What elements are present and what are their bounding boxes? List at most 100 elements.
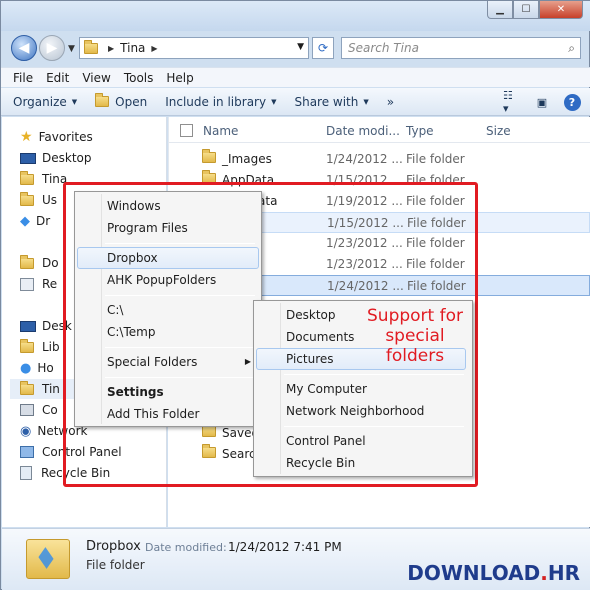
organize-label: Organize [13,94,67,109]
menu-item-add-this-folder[interactable]: Add This Folder [77,403,259,425]
help-button[interactable]: ? [563,93,581,111]
submenu-item-control-panel[interactable]: Control Panel [256,430,466,452]
homegroup-icon: ● [20,360,32,376]
menu-tools[interactable]: Tools [124,71,154,85]
search-icon[interactable]: ⌕ [568,41,575,56]
menu-item-ahk-popupfolders[interactable]: AHK PopupFolders [77,269,259,291]
menu-separator [284,374,464,375]
menu-item-c-temp[interactable]: C:\Temp [77,321,259,343]
menu-item-dropbox[interactable]: Dropbox [77,247,259,269]
logo-right: HR [547,561,580,585]
user-folder-icon [20,170,34,185]
share-label: Share with [294,94,359,109]
column-name[interactable]: Name [203,124,238,138]
minimize-button[interactable]: ▁ [487,1,513,19]
menu-view[interactable]: View [82,71,110,85]
logo-dot: . [540,561,548,585]
network-icon: ◉ [20,423,32,439]
menu-item-program-files[interactable]: Program Files [77,217,259,239]
menu-edit[interactable]: Edit [46,71,69,85]
menu-separator [105,377,255,378]
nav-downloads-label: Do [42,256,59,270]
nav-dropbox-label: Dr [36,214,51,228]
download-hr-logo: DOWNLOAD.HR [407,561,580,585]
title-bar: ▁ ☐ ✕ [1,1,590,31]
menu-separator [105,243,255,244]
dropdown-arrow-icon: ▼ [271,97,277,106]
star-icon: ★ [20,129,33,145]
chevron-right-icon[interactable]: ▶ [108,44,114,53]
nav-libraries-label: Lib [42,340,60,354]
forward-button[interactable]: ▶ [39,35,65,61]
recent-pages-dropdown[interactable]: ▼ [68,44,75,54]
preview-pane-icon[interactable]: ▣ [533,93,551,111]
column-size[interactable]: Size [486,124,511,138]
details-date: 1/24/2012 7:41 PM [228,540,342,554]
more-commands-button[interactable]: » [387,95,394,109]
menu-help[interactable]: Help [166,71,193,85]
nav-dropbox[interactable]: ◆ Dr [20,211,50,231]
submenu-item-my-computer[interactable]: My Computer [256,378,466,400]
open-folder-icon [95,93,110,107]
control-panel-icon [20,446,34,458]
menu-separator [284,426,464,427]
refresh-icon: ⟳ [317,41,329,55]
refresh-button[interactable]: ⟳ [312,37,334,59]
dropbox-folder-icon [26,539,70,579]
menu-item-settings[interactable]: Settings [77,381,259,403]
menu-item-special-folders[interactable]: Special Folders ▶ [77,351,259,373]
recent-places-icon [20,277,34,291]
column-type[interactable]: Type [406,124,434,138]
downloads-folder-icon [20,254,34,269]
include-in-library-button[interactable]: Include in library ▼ [165,95,276,109]
share-with-button[interactable]: Share with ▼ [294,95,368,109]
nav-desktop[interactable]: Desktop [20,148,92,168]
nav-homegroup[interactable]: ● Ho [20,358,54,378]
dropdown-arrow-icon: ▼ [363,97,369,106]
nav-favorites[interactable]: ★ Favorites [20,127,93,147]
menu-separator [105,295,255,296]
open-label: Open [115,94,148,109]
file-name: _Images [222,152,272,166]
menu-item-c-drive[interactable]: C:\ [77,299,259,321]
organize-button[interactable]: Organize ▼ [13,95,77,109]
search-input[interactable]: Search Tina ⌕ [341,37,581,59]
nav-libraries[interactable]: Lib [20,337,60,357]
menu-item-windows[interactable]: Windows [77,195,259,217]
table-row[interactable]: _Images 1/24/2012 ... File folder [168,149,590,170]
special-folders-label: Special Folders [107,355,198,369]
column-headers: Name Date modi... Type Size [168,117,590,183]
nav-downloads[interactable]: Do [20,253,59,273]
nav-tina[interactable]: Tina [20,169,67,189]
view-options-icon[interactable]: ☷ ▾ [503,89,521,115]
logo-left: DOWNLOAD [407,561,541,585]
open-button[interactable]: Open [95,93,148,109]
file-type: File folder [406,152,465,166]
submenu-item-recycle-bin[interactable]: Recycle Bin [256,452,466,474]
column-date[interactable]: Date modi... [326,124,400,138]
submenu-item-network-neighborhood[interactable]: Network Neighborhood [256,400,466,422]
dropdown-arrow-icon: ▼ [71,97,78,106]
nav-desktop-label: Desktop [42,151,92,165]
back-button[interactable]: ◀ [11,35,37,61]
nav-recent[interactable]: Re [20,274,57,294]
nav-users[interactable]: Us [20,190,57,210]
close-button[interactable]: ✕ [539,1,583,19]
breadcrumb-tina[interactable]: Tina [120,41,145,55]
address-dropdown-icon[interactable]: ▼ [297,42,304,52]
nav-users-label: Us [42,193,58,207]
maximize-button[interactable]: ☐ [513,1,539,19]
dropbox-icon: ◆ [20,213,30,229]
nav-computer[interactable]: Co [20,400,58,420]
search-placeholder: Search Tina [348,41,419,55]
select-all-checkbox[interactable] [180,124,193,137]
menu-file[interactable]: File [13,71,33,85]
recycle-bin-icon [20,466,32,480]
user-folder-icon [20,380,34,395]
address-bar[interactable]: ▶ Tina ▶ ▼ [79,37,309,59]
submenu-arrow-icon: ▶ [244,357,251,366]
nav-favorites-label: Favorites [38,130,93,144]
libraries-icon [20,338,34,353]
chevron-right-icon[interactable]: ▶ [151,44,157,53]
details-date-label: Date modified: [145,541,227,554]
